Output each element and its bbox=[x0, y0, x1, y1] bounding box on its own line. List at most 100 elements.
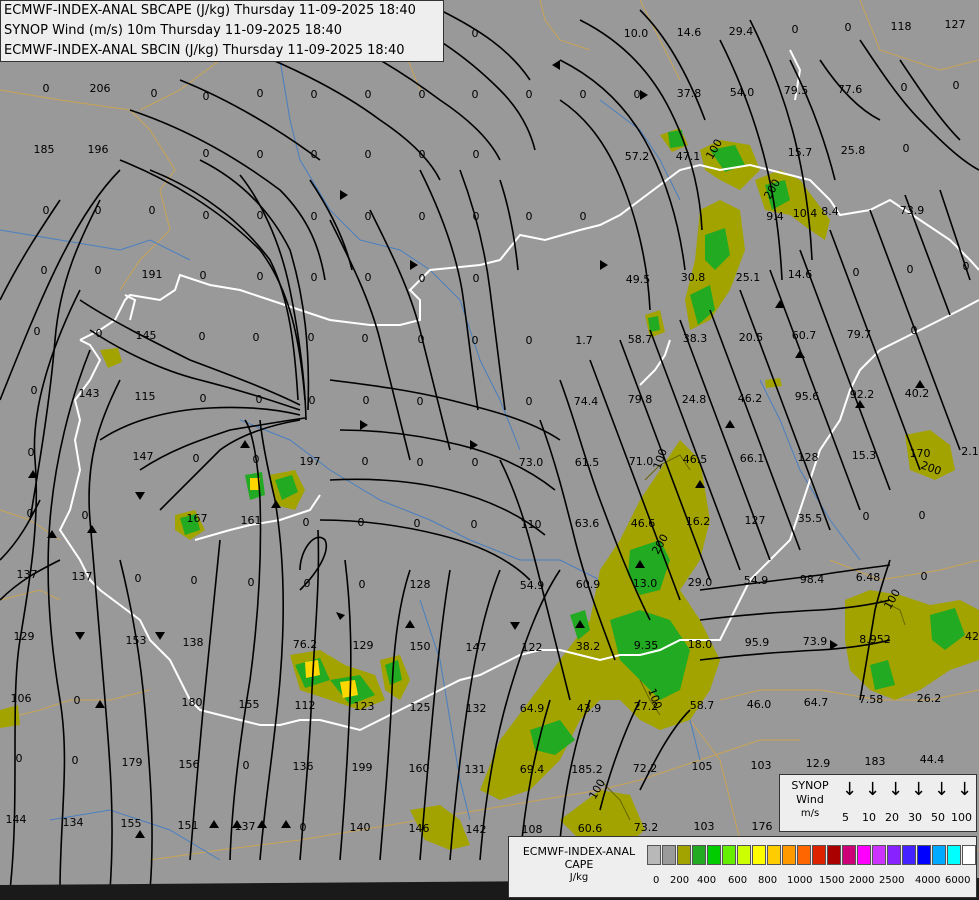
station-value: 37.8 bbox=[677, 87, 702, 100]
station-value: 0 bbox=[203, 90, 210, 103]
station-value: 156 bbox=[179, 758, 200, 771]
station-value: 0 bbox=[72, 754, 79, 767]
station-value: 129 bbox=[353, 639, 374, 652]
station-value: 137 bbox=[235, 820, 256, 833]
station-value: 73.9 bbox=[900, 204, 925, 217]
legend-swatch bbox=[812, 845, 826, 865]
station-value: 137 bbox=[17, 568, 38, 581]
station-value: 147 bbox=[133, 450, 154, 463]
station-value: 0 bbox=[365, 148, 372, 161]
wind-key-speed: 100 bbox=[951, 811, 972, 824]
station-value: 0 bbox=[580, 210, 587, 223]
station-value: 92.2 bbox=[850, 388, 875, 401]
station-value: 147 bbox=[466, 641, 487, 654]
legend-swatch bbox=[932, 845, 946, 865]
station-value: 0 bbox=[257, 87, 264, 100]
station-value: 79.8 bbox=[628, 393, 653, 406]
station-value: 0 bbox=[417, 395, 424, 408]
weather-map: 0 206 0 0 0 0 0 0 0 0 0 0185 196 0 0 0 0 0 0 57.2 47.1 15.7 25… bbox=[0, 0, 979, 900]
station-value: 58.7 bbox=[628, 333, 653, 346]
station-value: 79.7 bbox=[847, 328, 872, 341]
station-value: 0 bbox=[74, 694, 81, 707]
legend-swatch bbox=[707, 845, 721, 865]
wind-key-arrow-icon: ↓ bbox=[842, 779, 858, 800]
station-value: 167 bbox=[187, 512, 208, 525]
station-value: 0 bbox=[362, 455, 369, 468]
station-value: 0 bbox=[309, 394, 316, 407]
wind-key-speed: 30 bbox=[908, 811, 922, 824]
station-value: 110 bbox=[521, 518, 542, 531]
legend-swatch bbox=[902, 845, 916, 865]
legend-label: 1000 bbox=[787, 875, 813, 886]
station-value: 160 bbox=[409, 762, 430, 775]
station-value: 0 bbox=[95, 204, 102, 217]
station-value: 132 bbox=[466, 702, 487, 715]
station-value: 14.6 bbox=[677, 26, 702, 39]
station-value: 127 bbox=[945, 18, 966, 31]
wind-key-arrow-icon: ↓ bbox=[957, 779, 973, 800]
legend-label: 4000 bbox=[915, 875, 941, 886]
station-value: 58.7 bbox=[690, 699, 715, 712]
station-value: 74.4 bbox=[574, 395, 599, 408]
station-value: 0 bbox=[311, 210, 318, 223]
legend-label: 2500 bbox=[879, 875, 905, 886]
wind-key-speed: 50 bbox=[931, 811, 945, 824]
station-value: 0 bbox=[41, 264, 48, 277]
station-value: 46.0 bbox=[747, 698, 772, 711]
station-value: 18.0 bbox=[688, 638, 713, 651]
legend-label: 800 bbox=[758, 875, 778, 886]
station-value: 0 bbox=[580, 88, 587, 101]
station-value: 0 bbox=[634, 88, 641, 101]
station-value: 15.3 bbox=[852, 449, 877, 462]
station-value: 146 bbox=[409, 822, 430, 835]
station-value: 0 bbox=[853, 266, 860, 279]
station-value: 35.5 bbox=[798, 512, 823, 525]
station-value: 137 bbox=[72, 570, 93, 583]
station-value: 145 bbox=[136, 329, 157, 342]
station-value: 0 bbox=[792, 23, 799, 36]
station-value: 0 bbox=[193, 452, 200, 465]
station-value: 179 bbox=[122, 756, 143, 769]
header-line-cape: ECMWF-INDEX-ANAL SBCAPE (J/kg) Thursday … bbox=[4, 3, 416, 18]
station-value: 0 bbox=[135, 572, 142, 585]
station-value: 131 bbox=[465, 763, 486, 776]
station-value: 0 bbox=[95, 264, 102, 277]
station-value: 76.2 bbox=[293, 638, 318, 651]
station-value: 30.8 bbox=[681, 271, 706, 284]
station-value: 142 bbox=[466, 823, 487, 836]
station-value: 128 bbox=[798, 451, 819, 464]
legend-swatch bbox=[647, 845, 661, 865]
station-value: 0 bbox=[362, 332, 369, 345]
legend-swatch bbox=[782, 845, 796, 865]
station-value: 46.6 bbox=[631, 517, 656, 530]
station-value: 0 bbox=[419, 88, 426, 101]
station-value: 60.6 bbox=[578, 822, 603, 835]
legend-swatch bbox=[797, 845, 811, 865]
station-value: 0 bbox=[200, 392, 207, 405]
station-value: 0 bbox=[16, 752, 23, 765]
station-value: 60.7 bbox=[792, 329, 817, 342]
station-value: 0 bbox=[358, 516, 365, 529]
legend-swatch bbox=[872, 845, 886, 865]
station-value: 8.952 bbox=[859, 633, 891, 646]
station-value: 0 bbox=[963, 260, 970, 273]
station-value: 1.7 bbox=[575, 334, 593, 347]
wind-key-arrow-icon: ↓ bbox=[865, 779, 881, 800]
station-value: 118 bbox=[891, 20, 912, 33]
station-value: 0 bbox=[359, 578, 366, 591]
station-value: 0 bbox=[311, 271, 318, 284]
station-value: 0 bbox=[845, 21, 852, 34]
station-value: 6.48 bbox=[856, 571, 881, 584]
legend-swatch bbox=[737, 845, 751, 865]
station-value: 0 bbox=[473, 148, 480, 161]
legend-label: 6000 bbox=[945, 875, 971, 886]
station-value: 103 bbox=[694, 820, 715, 833]
station-value: 14.6 bbox=[788, 268, 813, 281]
legend-swatch bbox=[887, 845, 901, 865]
legend-swatch bbox=[677, 845, 691, 865]
wind-key-title-line: Wind bbox=[796, 793, 824, 806]
station-value: 196 bbox=[88, 143, 109, 156]
legend-title: ECMWF-INDEX-ANAL CAPE J/kg bbox=[511, 845, 647, 884]
station-value: 151 bbox=[178, 819, 199, 832]
station-value: 0 bbox=[363, 394, 370, 407]
